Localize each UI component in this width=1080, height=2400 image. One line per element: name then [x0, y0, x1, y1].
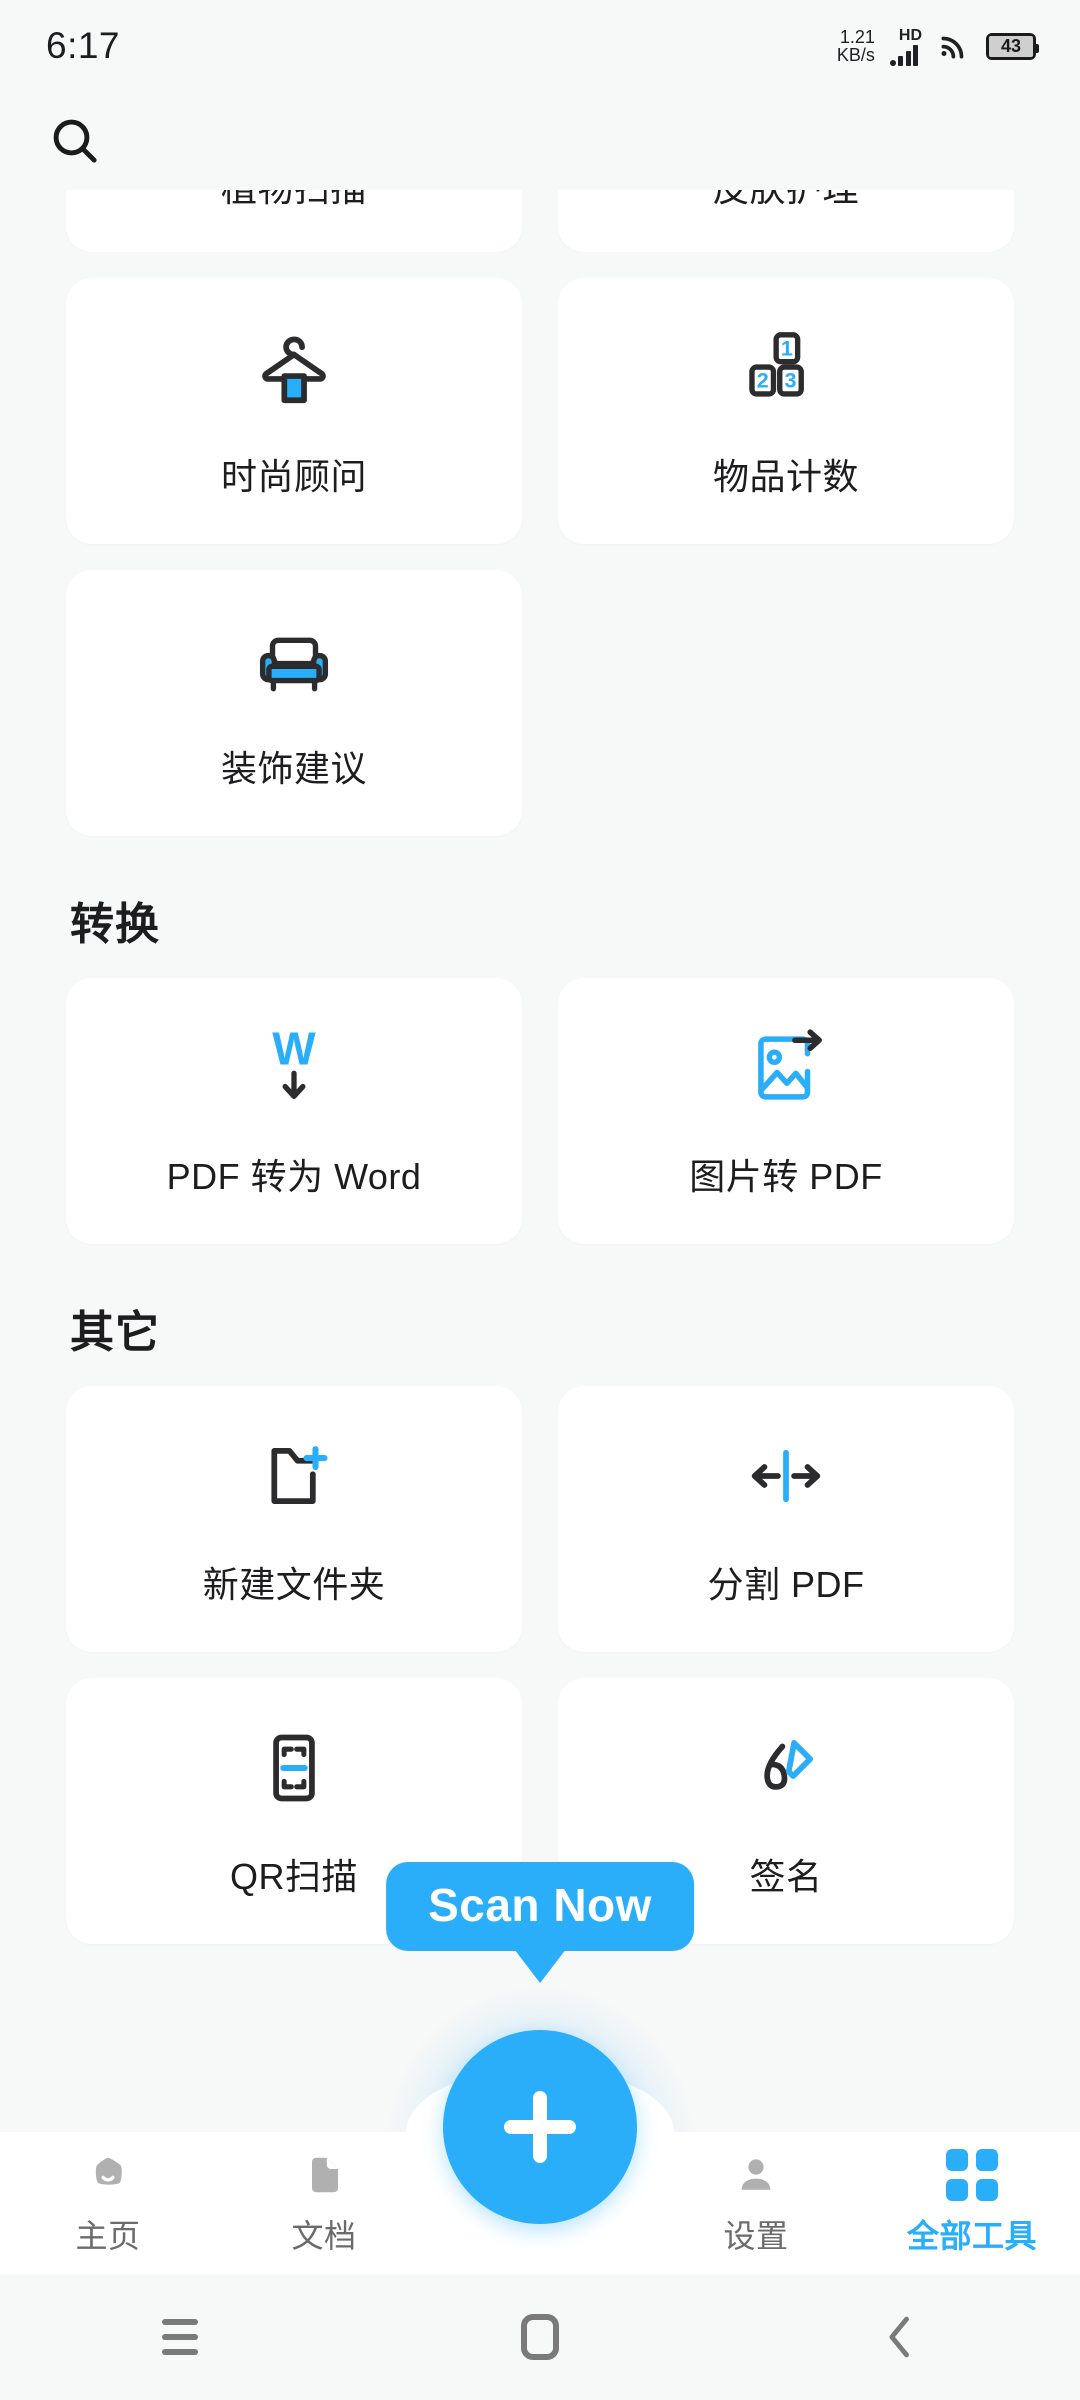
- battery-level: 43: [989, 35, 1033, 57]
- tool-card-label: QR扫描: [229, 1856, 358, 1897]
- tool-card-label: 分割 PDF: [707, 1564, 865, 1605]
- network-speed-unit: KB/s: [836, 45, 875, 65]
- counting-blocks-icon: 1 2 3: [743, 322, 829, 414]
- tool-card-label: 签名: [749, 1856, 823, 1897]
- nav-item-home[interactable]: 主页: [0, 2149, 216, 2257]
- tool-card-label: 植物扫描: [221, 190, 367, 212]
- hd-label: HD: [898, 27, 922, 44]
- battery-icon: 43: [986, 32, 1039, 60]
- network-speed-value: 1.21: [839, 26, 875, 47]
- search-icon: [53, 119, 97, 163]
- image-to-pdf-icon: [743, 1022, 829, 1114]
- plus-icon-vertical: [533, 2091, 547, 2163]
- wifi-icon: [941, 36, 964, 59]
- tool-card-label: 图片转 PDF: [689, 1156, 883, 1197]
- svg-text:1: 1: [781, 336, 793, 360]
- home-button[interactable]: [480, 2297, 600, 2377]
- tool-card-signature[interactable]: 签名: [558, 1678, 1014, 1944]
- recents-icon: [162, 2319, 198, 2355]
- tool-card-new-folder[interactable]: 新建文件夹: [66, 1386, 522, 1652]
- tool-card-qr-scan[interactable]: QR扫描: [66, 1678, 522, 1944]
- signature-icon: [743, 1722, 829, 1814]
- tool-card-decoration-advice[interactable]: 装饰建议: [66, 570, 522, 836]
- svg-text:2: 2: [757, 369, 769, 393]
- status-clock: 6:17: [46, 25, 121, 66]
- nav-item-documents[interactable]: 文档: [216, 2149, 432, 2257]
- home-square-icon: [521, 2314, 559, 2360]
- nav-item-label: 主页: [75, 2218, 141, 2254]
- other-tools-grid: 新建文件夹 分割 PDF QR扫描 签名: [66, 1386, 1014, 1944]
- qr-scan-icon: [251, 1722, 337, 1814]
- tool-card-split-pdf[interactable]: 分割 PDF: [558, 1386, 1014, 1652]
- tool-card-label: 物品计数: [712, 456, 859, 497]
- system-navigation-bar: [0, 2274, 1080, 2400]
- clothes-hanger-icon: [251, 322, 337, 414]
- tool-card-label: 新建文件夹: [202, 1564, 386, 1605]
- phone-screen: 6:17 1.21 KB/s HD 43 时尚顾问 1 2 3 物品计数 装饰建…: [0, 0, 1080, 2400]
- tool-card-image-to-pdf[interactable]: 图片转 PDF: [558, 978, 1014, 1244]
- tool-card-label: PDF 转为 Word: [166, 1156, 422, 1197]
- scan-fab-button[interactable]: [443, 2030, 637, 2224]
- status-bar: 6:17 1.21 KB/s HD 43: [0, 0, 1080, 92]
- nav-item-settings[interactable]: 设置: [648, 2149, 864, 2257]
- nav-item-all-tools[interactable]: 全部工具: [864, 2149, 1080, 2257]
- tool-card-label: 时尚顾问: [220, 456, 367, 497]
- back-button[interactable]: [840, 2297, 960, 2377]
- section-title-convert: 转换: [70, 900, 160, 949]
- nav-item-label: 设置: [723, 2218, 789, 2254]
- tool-card-label: 皮肤护理: [713, 190, 859, 212]
- back-chevron-icon: [889, 2316, 909, 2358]
- tool-card-item-count[interactable]: 1 2 3 物品计数: [558, 278, 1014, 544]
- nav-item-label: 文档: [291, 2218, 357, 2254]
- split-pdf-icon: [743, 1430, 829, 1522]
- section-title-other: 其它: [70, 1308, 160, 1357]
- tool-card-pdf-to-word[interactable]: W PDF 转为 Word: [66, 978, 522, 1244]
- home-icon: [84, 2149, 132, 2201]
- recents-button[interactable]: [120, 2297, 240, 2377]
- grid-icon: [946, 2149, 998, 2201]
- signal-icon: HD: [889, 26, 922, 66]
- signal-bars: [889, 45, 919, 66]
- person-icon: [732, 2149, 780, 2201]
- search-button[interactable]: [44, 110, 106, 172]
- word-convert-icon: W: [251, 1022, 337, 1114]
- clipped-card-row: 植物扫描 皮肤护理: [66, 190, 1014, 252]
- tool-card-plant-scan[interactable]: 植物扫描: [66, 190, 522, 252]
- tool-card-label: 装饰建议: [220, 748, 367, 789]
- convert-tools-grid: W PDF 转为 Word 图片转 PDF: [66, 978, 1014, 1244]
- sofa-icon: [251, 614, 337, 706]
- document-icon: [300, 2149, 348, 2201]
- svg-text:W: W: [272, 1022, 316, 1074]
- tool-card-fashion-advisor[interactable]: 时尚顾问: [66, 278, 522, 544]
- tool-card-skin-care[interactable]: 皮肤护理: [558, 190, 1014, 252]
- network-speed: 1.21 KB/s: [836, 26, 875, 65]
- status-icons: 1.21 KB/s HD 43: [836, 26, 1039, 66]
- nav-item-label: 全部工具: [906, 2218, 1037, 2254]
- svg-text:3: 3: [784, 369, 796, 393]
- app-bar: [0, 92, 1080, 190]
- ai-tools-grid: 时尚顾问 1 2 3 物品计数 装饰建议: [66, 278, 1014, 836]
- new-folder-icon: [251, 1430, 337, 1522]
